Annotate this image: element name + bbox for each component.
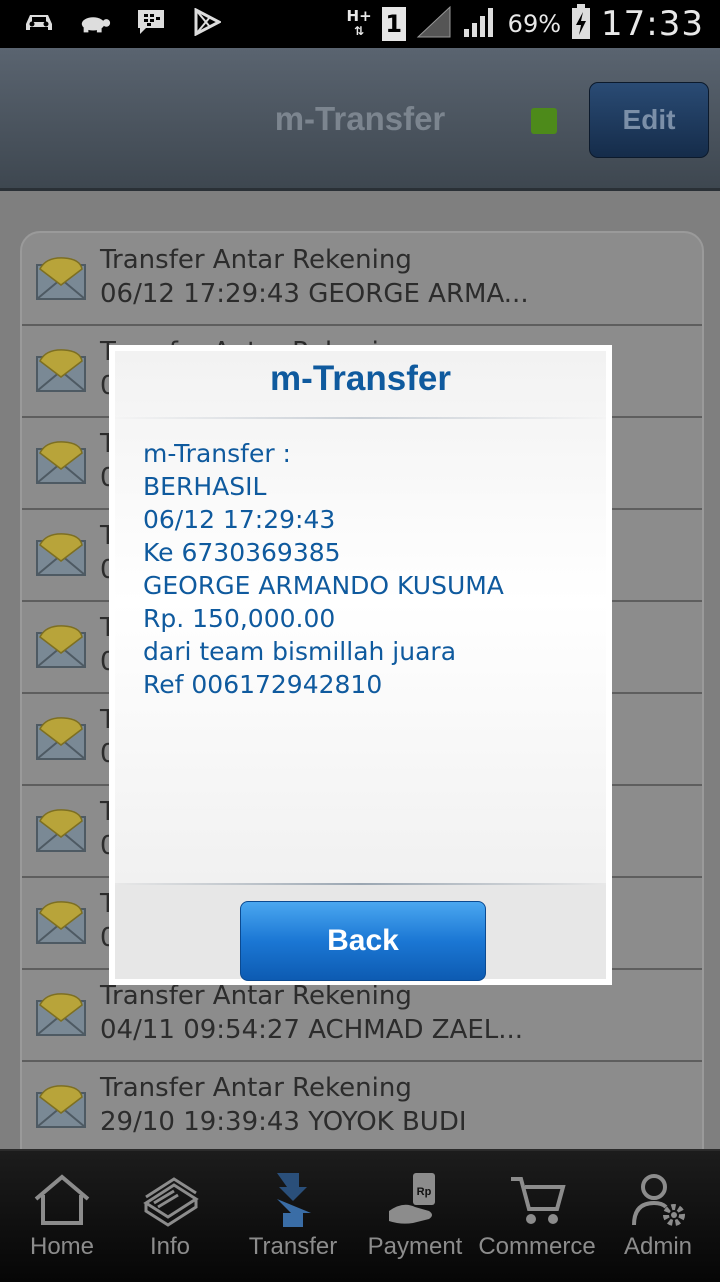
envelope-icon xyxy=(36,349,86,392)
battery-charging-icon xyxy=(571,4,591,44)
network-type-indicator: H+ ⇅ xyxy=(346,7,372,39)
edit-button[interactable]: Edit xyxy=(589,82,709,158)
dialog-footer: Back xyxy=(115,885,606,981)
signal-icon-sim1 xyxy=(416,5,452,43)
nav-transfer[interactable]: Transfer xyxy=(246,1151,340,1282)
nav-label: Payment xyxy=(367,1233,463,1260)
list-item-subtitle: 29/10 19:39:43 YOYOK BUDI xyxy=(100,1107,467,1137)
signal-icon-sim2 xyxy=(462,5,498,43)
dialog-message: m-Transfer : BERHASIL 06/12 17:29:43 Ke … xyxy=(143,437,504,701)
bottom-nav: Home Info Transfer Rp Payment Commerce A… xyxy=(0,1149,720,1282)
cart-icon xyxy=(502,1171,572,1229)
dialog-title: m-Transfer xyxy=(270,359,451,398)
battery-percent: 69% xyxy=(507,10,562,38)
status-bar: H+ ⇅ 1 69% 17:33 xyxy=(0,0,720,48)
bbm-icon xyxy=(134,8,168,36)
envelope-icon xyxy=(36,257,86,300)
list-item[interactable]: Transfer Antar Rekening 06/12 17:29:43 G… xyxy=(22,233,702,326)
nav-label: Transfer xyxy=(248,1233,338,1260)
dialog-panel: m-Transfer m-Transfer : BERHASIL 06/12 1… xyxy=(115,351,606,981)
message-line-datetime: 06/12 17:29:43 xyxy=(143,505,336,534)
back-button[interactable]: Back xyxy=(240,901,486,981)
nav-home[interactable]: Home xyxy=(22,1151,102,1282)
nav-admin[interactable]: Admin xyxy=(618,1151,698,1282)
list-item[interactable]: Transfer Antar Rekening 29/10 19:39:43 Y… xyxy=(22,1061,702,1149)
status-indicator xyxy=(531,108,557,134)
nav-label: Commerce xyxy=(478,1233,596,1260)
payment-icon: Rp xyxy=(380,1171,450,1229)
list-item-title: Transfer Antar Rekening xyxy=(100,981,412,1011)
info-book-icon xyxy=(135,1171,205,1229)
message-line-status: BERHASIL xyxy=(143,472,267,501)
car-icon xyxy=(22,8,56,36)
app-header: m-Transfer Edit xyxy=(0,48,720,191)
play-store-icon xyxy=(190,8,224,36)
transfer-icon xyxy=(258,1171,328,1229)
envelope-icon xyxy=(36,809,86,852)
list-item-subtitle: 06/12 17:29:43 GEORGE ARMA... xyxy=(100,279,529,309)
envelope-icon xyxy=(36,717,86,760)
envelope-icon xyxy=(36,441,86,484)
transfer-result-dialog: m-Transfer m-Transfer : BERHASIL 06/12 1… xyxy=(109,345,612,985)
svg-text:Rp: Rp xyxy=(417,1186,432,1198)
admin-icon xyxy=(623,1171,693,1229)
message-line-amount: Rp. 150,000.00 xyxy=(143,604,336,633)
nav-label: Home xyxy=(29,1233,95,1260)
sim-slot-badge: 1 xyxy=(381,7,406,41)
home-icon xyxy=(27,1171,97,1229)
envelope-icon xyxy=(36,1085,86,1128)
envelope-icon xyxy=(36,901,86,944)
list-item-title: Transfer Antar Rekening xyxy=(100,245,412,275)
envelope-icon xyxy=(36,533,86,576)
message-line-account: Ke 6730369385 xyxy=(143,538,341,567)
envelope-icon xyxy=(36,993,86,1036)
message-line-header: m-Transfer : xyxy=(143,439,291,468)
dialog-divider xyxy=(115,417,606,419)
nav-label: Admin xyxy=(623,1233,693,1260)
message-line-note: dari team bismillah juara xyxy=(143,637,457,666)
nav-info[interactable]: Info xyxy=(130,1151,210,1282)
message-line-reference: Ref 006172942810 xyxy=(143,670,383,699)
nav-label: Info xyxy=(149,1233,191,1260)
turtle-icon xyxy=(78,8,112,36)
clock: 17:33 xyxy=(601,4,704,44)
nav-commerce[interactable]: Commerce xyxy=(477,1151,597,1282)
message-line-recipient: GEORGE ARMANDO KUSUMA xyxy=(143,571,504,600)
nav-payment[interactable]: Rp Payment xyxy=(366,1151,464,1282)
list-item-title: Transfer Antar Rekening xyxy=(100,1073,412,1103)
envelope-icon xyxy=(36,625,86,668)
list-item-subtitle: 04/11 09:54:27 ACHMAD ZAEL... xyxy=(100,1015,524,1045)
